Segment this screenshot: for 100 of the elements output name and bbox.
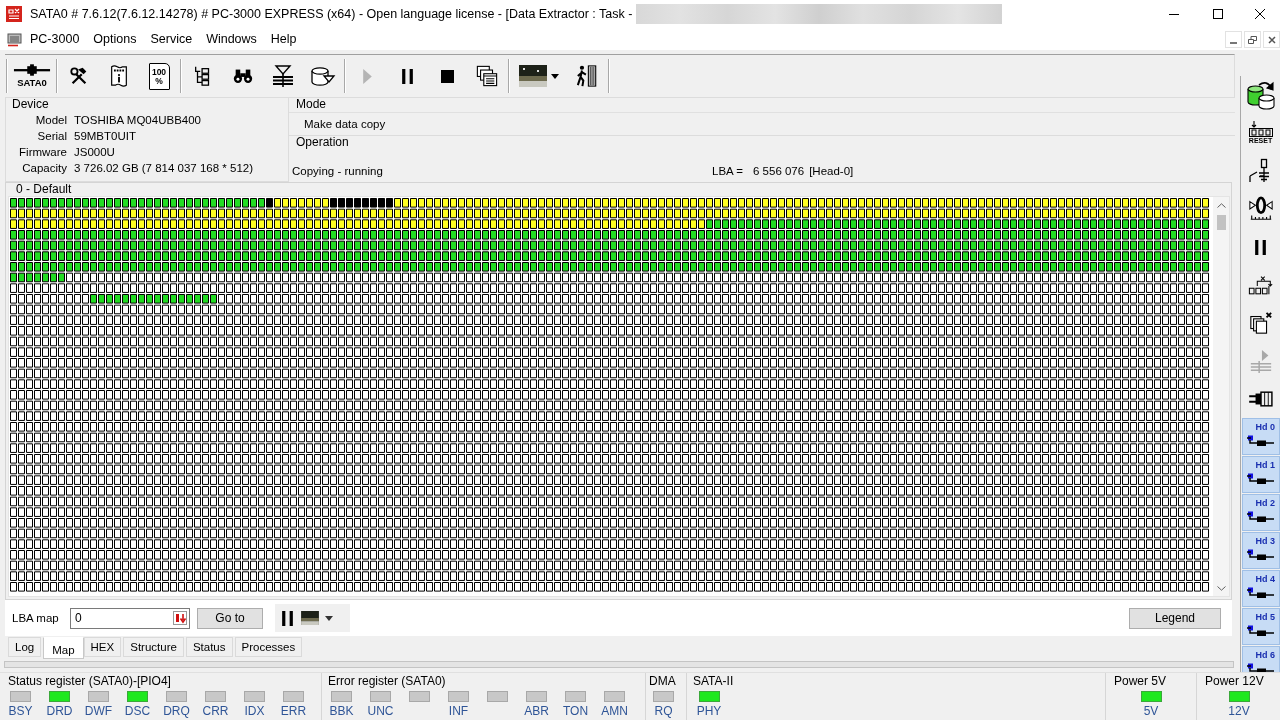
connector-icon [1247, 389, 1274, 409]
field-label: LBA map [12, 612, 60, 624]
led-label: IDX [244, 704, 265, 718]
caret-icon [551, 73, 559, 79]
walking-figure-icon [576, 64, 598, 88]
menu-item[interactable]: Windows [199, 29, 264, 49]
tab[interactable]: HEX [83, 637, 122, 657]
field-label: Firmware [19, 146, 67, 158]
menu-item[interactable]: PC-3000 [23, 29, 87, 49]
head-connector-icon [1246, 511, 1276, 523]
tab[interactable]: Status [185, 637, 233, 657]
port-button[interactable]: SATA0 [9, 57, 55, 95]
percent-button[interactable]: 100 % [139, 57, 179, 95]
head-button[interactable]: Hd 6 [1242, 646, 1280, 672]
lba-input[interactable]: 0 [70, 607, 190, 629]
tab[interactable]: Structure [123, 637, 184, 657]
led-label: AMN [601, 704, 628, 718]
copy-cancel-icon [1248, 311, 1273, 335]
group-title: Operation [296, 136, 349, 149]
led-label: 12V [1228, 704, 1250, 718]
group-title: 0 - Default [16, 183, 72, 196]
head-button[interactable]: Hd 2 [1242, 494, 1280, 531]
head-button[interactable]: Hd 4 [1242, 570, 1280, 607]
zero-ruler-icon [1247, 196, 1274, 222]
group-title: Power 5V [1114, 674, 1167, 689]
close-icon [1255, 9, 1265, 19]
operation-status: Copying - running [292, 165, 383, 177]
counter-arrow-icon [1247, 274, 1274, 296]
head-button[interactable]: Hd 1 [1242, 456, 1280, 493]
lba-value: 6 556 076 [753, 165, 805, 177]
play-lines-icon [1248, 349, 1273, 373]
tab[interactable]: Map [43, 637, 84, 659]
head-connector-icon [1246, 663, 1276, 672]
field-value: TOSHIBA MQ04UBB400 [74, 114, 201, 126]
scroll-thumb[interactable] [1216, 215, 1226, 230]
horizontal-scrollbar[interactable] [4, 661, 1234, 668]
child-close-button[interactable] [1263, 31, 1280, 48]
led-label: BBK [329, 704, 354, 718]
scroll-up-icon [1216, 202, 1226, 208]
caret-icon [325, 615, 333, 621]
group-title: SATA-II [693, 674, 734, 689]
scroll-info-icon [108, 64, 130, 88]
group-title: Power 12V [1205, 674, 1264, 689]
child-minimize-button[interactable] [1225, 31, 1242, 48]
field-label: Capacity [22, 162, 67, 174]
scroll-down-icon [1216, 585, 1226, 591]
field-value: JS000U [74, 146, 115, 158]
led-label: CRR [202, 704, 229, 718]
menu-item[interactable]: Help [263, 29, 304, 49]
tab[interactable]: Processes [234, 637, 303, 657]
menu-item[interactable]: Options [86, 29, 144, 49]
minimize-icon [1230, 42, 1237, 44]
counter-icon [1247, 121, 1274, 137]
head-button[interactable]: Hd 0 [1242, 418, 1280, 455]
head-connector-icon [1246, 549, 1276, 561]
goto-button[interactable]: Go to [197, 607, 263, 629]
led-label: ABR [524, 704, 549, 718]
led-label: 5V [1143, 704, 1159, 718]
stop-icon [440, 69, 454, 83]
pause-icon [401, 68, 413, 84]
led-label: UNC [367, 704, 394, 718]
head-connector-icon [1246, 587, 1276, 599]
field-value: 59MBT0UIT [74, 130, 136, 142]
led-label: DRD [46, 704, 73, 718]
led-label: DSC [124, 704, 151, 718]
percent-document: 100 % [148, 62, 170, 90]
child-restore-button[interactable] [1244, 31, 1261, 48]
field-label: Model [35, 114, 67, 126]
led-label: DWF [84, 704, 113, 718]
head-button[interactable]: Hd 3 [1242, 532, 1280, 569]
database-copy-icon [1245, 79, 1276, 111]
tab[interactable]: Log [8, 637, 42, 657]
minimize-icon [1169, 13, 1179, 15]
head-connector-icon [1246, 435, 1276, 447]
thumbnail-icon [301, 611, 319, 625]
legend-button[interactable]: Legend [1129, 607, 1221, 629]
restore-icon [1248, 35, 1257, 44]
vertical-scrollbar[interactable] [1213, 197, 1229, 596]
play-icon [362, 68, 372, 84]
pause-icon [1255, 239, 1266, 255]
group-title: Error register (SATA0) [328, 674, 446, 689]
led-label: TON [562, 704, 589, 718]
app-menu-icon [7, 31, 23, 47]
thumbnail-icon [519, 65, 547, 87]
triangle-lines-icon [271, 64, 295, 88]
led-label: DRQ [163, 704, 190, 718]
menu-item[interactable]: Service [143, 29, 200, 49]
cable-icon [13, 64, 51, 76]
led-label: PHY [696, 704, 722, 718]
lba-label: LBA = [712, 165, 743, 177]
group-title: Mode [296, 98, 327, 111]
window-title: SATA0 # 7.6.12(7.6.12.14278) # PC-3000 EXPRESS (x64) - Open language license - [Data Extractor : Task - [30, 7, 633, 21]
field-value: 3 726.02 GB (7 814 037 168 * 512) [74, 162, 254, 174]
field-label: Serial [37, 130, 67, 142]
app-logo-icon [6, 6, 22, 22]
maximize-icon [1213, 9, 1223, 19]
head-button[interactable]: Hd 5 [1242, 608, 1280, 645]
group-title: Status register (SATA0)-[PIO4] [8, 674, 171, 689]
cylinder-arrow-icon [310, 65, 336, 87]
pause-icon [282, 610, 293, 626]
